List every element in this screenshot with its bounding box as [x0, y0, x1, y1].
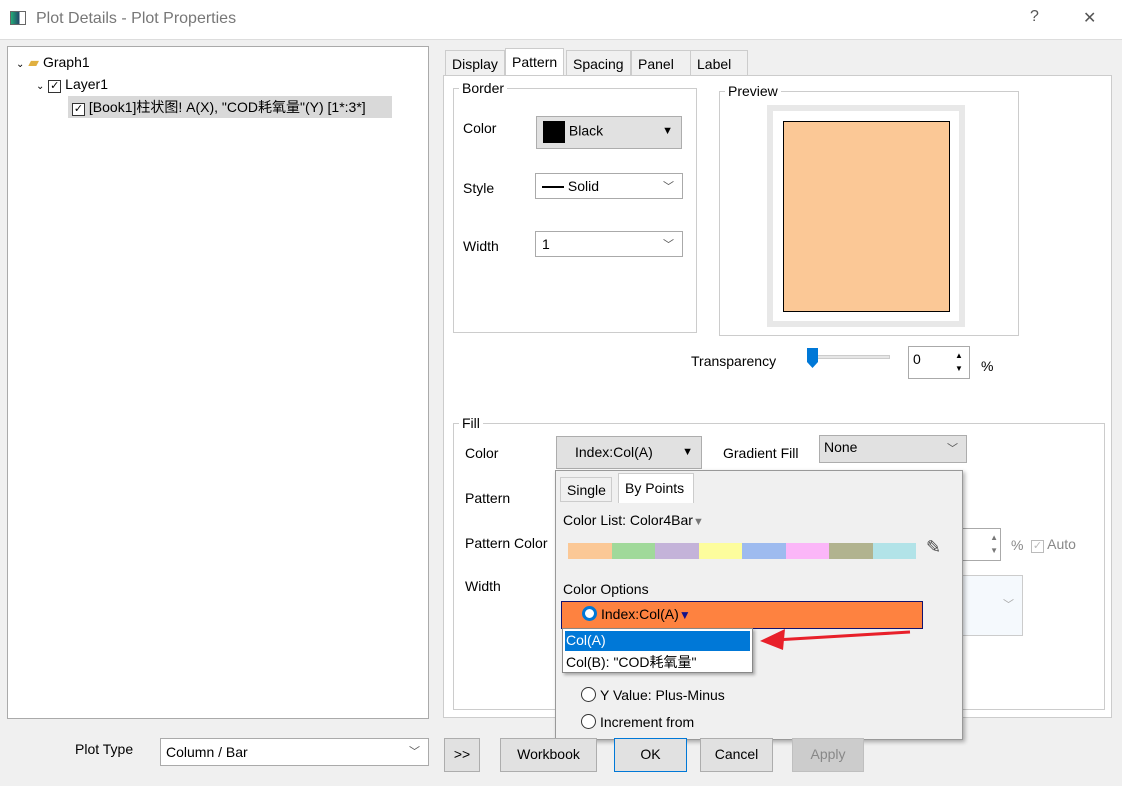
graph-node[interactable]: ⌄ ▰ Graph1: [16, 54, 90, 71]
border-style-select[interactable]: Solid ﹀: [535, 173, 683, 199]
color-swatch: [543, 121, 565, 143]
dropdown-arrow-icon: ▼: [682, 446, 693, 458]
transparency-input[interactable]: 0 ▲ ▼: [908, 346, 970, 379]
expand-button[interactable]: >>: [444, 738, 480, 772]
chevron-down-icon: ﹀: [663, 239, 674, 251]
color-swatches[interactable]: [568, 543, 916, 559]
layer-checkbox[interactable]: ✓: [48, 80, 62, 93]
chevron-down-icon: ﹀: [409, 746, 420, 758]
color-swatch[interactable]: [568, 543, 612, 559]
percent-label: %: [981, 358, 994, 374]
chevron-down-icon[interactable]: ⌄: [36, 81, 44, 92]
option-col-a[interactable]: Col(A): [565, 631, 750, 651]
pattern-color-label: Pattern Color: [465, 535, 548, 551]
border-width-select[interactable]: 1 ﹀: [535, 231, 683, 257]
color-swatch[interactable]: [655, 543, 699, 559]
color-swatch[interactable]: [785, 543, 829, 559]
auto-checkbox[interactable]: ✓ Auto: [1031, 536, 1076, 553]
transparency-slider[interactable]: [807, 348, 890, 368]
cancel-button[interactable]: Cancel: [700, 738, 773, 772]
color-swatch[interactable]: [829, 543, 873, 559]
color-list-select[interactable]: Color List: Color4Bar▼: [563, 512, 704, 528]
help-button[interactable]: ?: [1030, 8, 1039, 26]
popup-tab-single[interactable]: Single: [560, 477, 612, 502]
color-swatch[interactable]: [742, 543, 786, 559]
close-button[interactable]: ✕: [1083, 8, 1096, 28]
tab-spacing[interactable]: Spacing: [566, 50, 631, 76]
color-swatch[interactable]: [872, 543, 916, 559]
spin-buttons[interactable]: ▲ ▼: [990, 531, 998, 557]
apply-button[interactable]: Apply: [792, 738, 864, 772]
radio-increment[interactable]: Increment from: [581, 714, 694, 730]
preview-frame: [767, 105, 965, 327]
transparency-label: Transparency: [691, 353, 777, 369]
fill-color-select[interactable]: Index:Col(A) ▼: [556, 436, 702, 469]
title-bar: Plot Details - Plot Properties ? ✕: [0, 0, 1122, 40]
tab-label[interactable]: Label: [690, 50, 748, 76]
border-color-select[interactable]: Black ▼: [536, 116, 682, 149]
fill-title: Fill: [459, 415, 483, 431]
dropdown-arrow-icon: ▼: [678, 608, 691, 622]
tab-display[interactable]: Display: [445, 50, 505, 76]
chevron-down-icon: ﹀: [663, 181, 674, 193]
border-color-label: Color: [463, 120, 497, 136]
window-title: Plot Details - Plot Properties: [36, 10, 237, 27]
app-icon: [10, 11, 26, 25]
chevron-down-icon: ﹀: [947, 443, 958, 455]
color-options-label: Color Options: [563, 581, 649, 597]
percent-label: %: [1011, 537, 1024, 553]
option-col-b[interactable]: Col(B): "COD耗氧量": [563, 651, 752, 673]
gradient-fill-label: Gradient Fill: [723, 445, 799, 461]
plot-type-label: Plot Type: [75, 741, 134, 757]
border-width-label: Width: [463, 238, 499, 254]
color-swatch[interactable]: [698, 543, 742, 559]
preview-bar: [783, 121, 950, 312]
fill-color-label: Color: [465, 445, 499, 461]
layer-node[interactable]: ⌄ ✓ Layer1: [36, 76, 108, 93]
radio-y-value[interactable]: Y Value: Plus-Minus: [581, 687, 725, 703]
radio-selected[interactable]: [582, 606, 597, 621]
red-arrow-annotation: [760, 629, 911, 650]
column-dropdown-list: Col(A) Col(B): "COD耗氧量": [562, 628, 753, 673]
gradient-fill-select[interactable]: None ﹀: [819, 435, 967, 463]
plot-checkbox[interactable]: ✓: [72, 103, 85, 116]
border-style-label: Style: [463, 180, 495, 196]
pencil-icon[interactable]: ✎: [926, 537, 941, 558]
dropdown-arrow-icon: ▼: [692, 516, 704, 528]
tab-pattern[interactable]: Pattern: [505, 48, 565, 76]
plot-type-select[interactable]: Column / Bar ﹀: [160, 738, 429, 766]
pattern-label: Pattern: [465, 490, 511, 506]
fill-width-label: Width: [465, 578, 501, 594]
color-popup: Single By Points Color List: Color4Bar▼ …: [555, 470, 963, 740]
spin-buttons[interactable]: ▲ ▼: [951, 349, 967, 375]
chevron-down-icon[interactable]: ⌄: [16, 59, 24, 70]
color-swatch[interactable]: [611, 543, 655, 559]
plot-node[interactable]: ✓ [Book1]柱状图! A(X), "COD耗氧量"(Y) [1*:3*]: [68, 96, 392, 118]
tab-panel[interactable]: Panel: [631, 50, 691, 76]
width-select[interactable]: ﹀: [955, 575, 1023, 636]
border-title: Border: [459, 80, 508, 96]
workbook-button[interactable]: Workbook: [500, 738, 597, 772]
folder-icon: ▰: [28, 54, 40, 70]
chevron-down-icon: ﹀: [1003, 599, 1014, 611]
ok-button[interactable]: OK: [614, 738, 687, 772]
preview-title: Preview: [725, 83, 781, 99]
dropdown-arrow-icon: ▼: [662, 125, 673, 137]
popup-tab-by-points[interactable]: By Points: [618, 473, 694, 503]
plot-tree[interactable]: ⌄ ▰ Graph1 ⌄ ✓ Layer1 ✓ [Book1]柱状图! A(X)…: [7, 46, 429, 719]
line-icon: [542, 186, 564, 189]
